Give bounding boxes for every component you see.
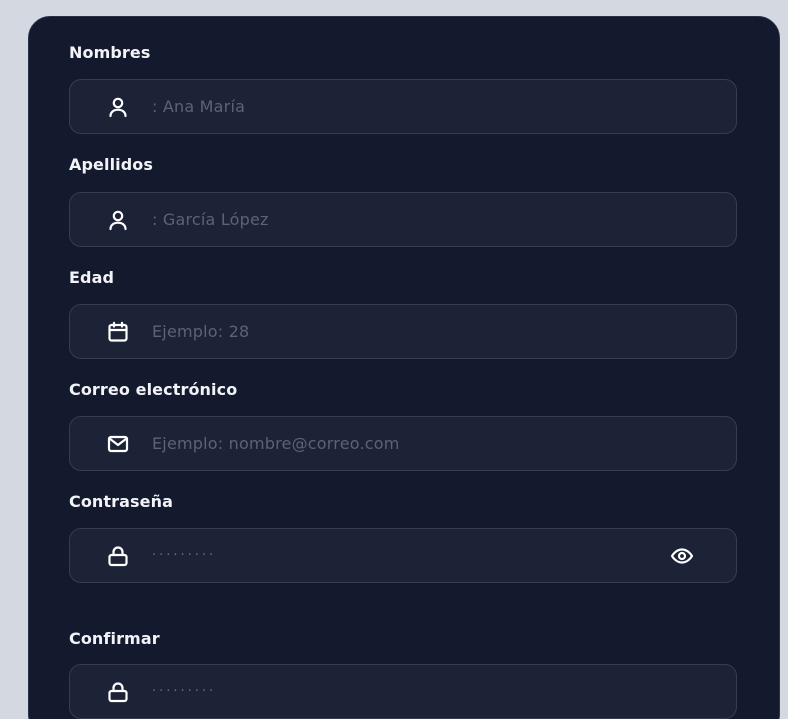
confirmar-label: Confirmar	[69, 629, 160, 648]
eye-icon[interactable]	[670, 544, 694, 568]
correo-field[interactable]: Ejemplo: nombre@correo.com	[69, 416, 737, 471]
correo-input[interactable]: Ejemplo: nombre@correo.com	[152, 434, 400, 453]
nombres-input[interactable]: : Ana María	[152, 97, 245, 116]
contrasena-label: Contraseña	[69, 492, 174, 511]
lock-icon	[106, 680, 130, 704]
lock-icon	[106, 544, 130, 568]
confirmar-field[interactable]: ·········	[69, 664, 737, 719]
apellidos-field[interactable]: : García López	[69, 192, 737, 247]
mail-icon	[106, 432, 130, 456]
user-icon	[106, 95, 130, 119]
user-icon	[106, 208, 130, 232]
contrasena-input[interactable]: ·········	[152, 548, 216, 563]
registration-form-card: Nombres : Ana María Apellidos : García L…	[28, 16, 780, 719]
confirmar-input[interactable]: ·········	[152, 684, 216, 699]
calendar-icon	[106, 320, 130, 344]
apellidos-label: Apellidos	[69, 155, 154, 174]
edad-field[interactable]: Ejemplo: 28	[69, 304, 737, 359]
apellidos-input[interactable]: : García López	[152, 210, 269, 229]
edad-label: Edad	[69, 268, 115, 287]
correo-label: Correo electrónico	[69, 380, 238, 399]
edad-input[interactable]: Ejemplo: 28	[152, 322, 249, 341]
page: Nombres : Ana María Apellidos : García L…	[0, 0, 788, 719]
nombres-label: Nombres	[69, 43, 151, 62]
nombres-field[interactable]: : Ana María	[69, 79, 737, 134]
contrasena-field[interactable]: ·········	[69, 528, 737, 583]
